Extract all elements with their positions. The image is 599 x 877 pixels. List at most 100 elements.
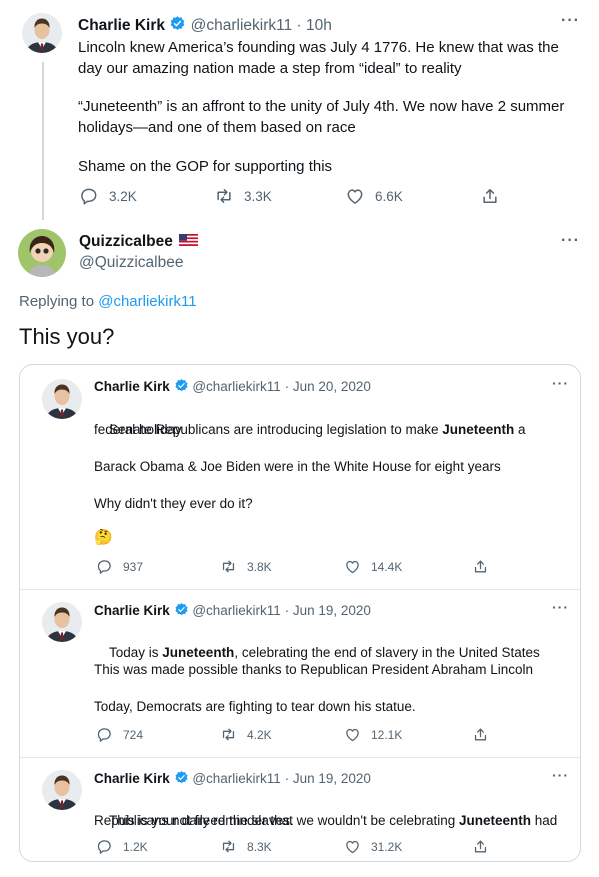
retweet-icon — [220, 558, 237, 575]
reply-author-handle[interactable]: @Quizzicalbee — [79, 254, 183, 272]
quoted-divider-2 — [20, 757, 580, 758]
quoted-text-1-para3: Why didn't they ever do it? — [94, 496, 253, 511]
verified-badge-icon — [174, 602, 189, 617]
retweet-count: 8.3K — [247, 839, 272, 854]
quoted-share-2 — [472, 726, 489, 743]
thinking-face-emoji: 🤔 — [94, 529, 113, 546]
embedded-screenshot: Charlie Kirk @charliekirk11 · Jun 20, 20… — [19, 364, 581, 862]
verified-badge-icon — [174, 770, 189, 785]
quoted-reply-3: 1.2K — [96, 838, 148, 855]
tweet-paragraph-3: Shame on the GOP for supporting this — [78, 158, 333, 175]
author-name[interactable]: Charlie Kirk — [78, 17, 165, 34]
like-icon — [345, 186, 365, 206]
quoted-more-icon-1: ··· — [552, 375, 569, 391]
separator-dot: · — [284, 771, 290, 786]
quoted-date-1: Jun 20, 2020 — [292, 379, 371, 394]
reply-header: Quizzicalbee — [79, 233, 199, 251]
like-icon — [344, 838, 361, 855]
quizzicalbee-avatar-icon — [18, 229, 66, 277]
quoted-header-2: Charlie Kirk @charliekirk11 · Jun 19, 20… — [94, 602, 371, 618]
reply-count: 937 — [123, 559, 144, 574]
replying-to-line: Replying to @charliekirk11 — [19, 293, 197, 310]
quoted-avatar-1 — [42, 379, 82, 419]
reply-icon — [96, 558, 113, 575]
keyword-juneteenth: Juneteenth — [459, 813, 532, 828]
quoted-reply-1: 937 — [96, 558, 143, 575]
quoted-share-3 — [472, 838, 489, 855]
text-segment: had — [531, 813, 558, 828]
tweet-time[interactable]: 10h — [306, 17, 332, 34]
quoted-retweet-3: 8.3K — [220, 838, 272, 855]
verified-badge-icon — [174, 378, 189, 393]
thread-connector-line — [42, 62, 44, 220]
quoted-text-2-para2: This was made possible thanks to Republi… — [94, 662, 533, 677]
quoted-avatar-3 — [42, 770, 82, 810]
retweet-icon — [220, 838, 237, 855]
quoted-text-1-para2: Barack Obama & Joe Biden were in the Whi… — [94, 459, 501, 474]
like-count: 14.4K — [371, 559, 403, 574]
share-icon — [472, 838, 489, 855]
quoted-avatar-2 — [42, 602, 82, 642]
us-flag-icon — [179, 234, 199, 246]
quoted-author-name-1: Charlie Kirk — [94, 379, 170, 394]
like-count: 12.1K — [371, 727, 403, 742]
tweet-header: Charlie Kirk @charliekirk11 · 10h — [78, 15, 332, 35]
share-icon — [480, 186, 500, 206]
reply-more-options-icon[interactable]: ··· — [561, 232, 580, 250]
author-avatar[interactable] — [22, 13, 62, 53]
keyword-juneteenth: Juneteenth — [442, 422, 515, 437]
tweet-paragraph-1: Lincoln knew America’s founding was July… — [78, 39, 563, 77]
like-icon — [344, 726, 361, 743]
retweet-count: 3.3K — [244, 188, 272, 204]
reply-author-avatar[interactable] — [18, 229, 66, 277]
text-segment: Today is — [109, 645, 163, 660]
like-icon — [344, 558, 361, 575]
replying-to-prefix: Replying to — [19, 293, 99, 310]
more-options-icon[interactable]: ··· — [561, 12, 580, 30]
quoted-more-icon-2: ··· — [552, 599, 569, 615]
separator-dot: · — [296, 17, 302, 34]
verified-badge-icon — [169, 15, 186, 32]
reply-icon — [96, 838, 113, 855]
separator-dot: · — [284, 603, 290, 618]
quoted-text-2-para3: Today, Democrats are fighting to tear do… — [94, 699, 416, 714]
quoted-retweet-1: 3.8K — [220, 558, 272, 575]
quoted-handle-2: @charliekirk11 — [192, 603, 281, 618]
retweet-count: 3.8K — [247, 559, 272, 574]
tweet-paragraph-2: “Juneteenth” is an affront to the unity … — [78, 98, 569, 136]
share-button[interactable] — [480, 186, 500, 206]
like-button[interactable]: 6.6K — [345, 186, 403, 206]
quoted-handle-1: @charliekirk11 — [192, 379, 281, 394]
quoted-text-1-line2: federal holiday — [94, 422, 182, 437]
replying-to-link[interactable]: @charliekirk11 — [98, 293, 196, 310]
quoted-author-name-3: Charlie Kirk — [94, 771, 170, 786]
author-handle[interactable]: @charliekirk11 — [191, 17, 293, 34]
retweet-count: 4.2K — [247, 727, 272, 742]
share-icon — [472, 558, 489, 575]
quoted-like-1: 14.4K — [344, 558, 402, 575]
quoted-author-name-2: Charlie Kirk — [94, 603, 170, 618]
reply-count: 724 — [123, 727, 144, 742]
quoted-header-3: Charlie Kirk @charliekirk11 · Jun 19, 20… — [94, 770, 371, 786]
like-count: 31.2K — [371, 839, 403, 854]
reply-author-name[interactable]: Quizzicalbee — [79, 233, 173, 250]
reply-count: 3.2K — [109, 188, 137, 204]
quoted-header-1: Charlie Kirk @charliekirk11 · Jun 20, 20… — [94, 378, 371, 394]
reply-button[interactable]: 3.2K — [79, 186, 137, 206]
text-segment: , celebrating the end of slavery in the … — [234, 645, 540, 660]
reply-count: 1.2K — [123, 839, 148, 854]
quoted-text-3-line2: Republicans not freed the slaves. — [94, 813, 294, 828]
share-icon — [472, 726, 489, 743]
text-segment: a — [514, 422, 526, 437]
reply-text: This you? — [19, 324, 115, 349]
quoted-share-1 — [472, 558, 489, 575]
quoted-more-icon-3: ··· — [552, 767, 569, 783]
retweet-button[interactable]: 3.3K — [214, 186, 272, 206]
like-count: 6.6K — [375, 188, 403, 204]
quoted-date-3: Jun 19, 2020 — [292, 771, 371, 786]
reply-icon — [79, 186, 99, 206]
quoted-retweet-2: 4.2K — [220, 726, 272, 743]
retweet-icon — [214, 186, 234, 206]
quoted-divider-1 — [20, 589, 580, 590]
quoted-like-2: 12.1K — [344, 726, 402, 743]
